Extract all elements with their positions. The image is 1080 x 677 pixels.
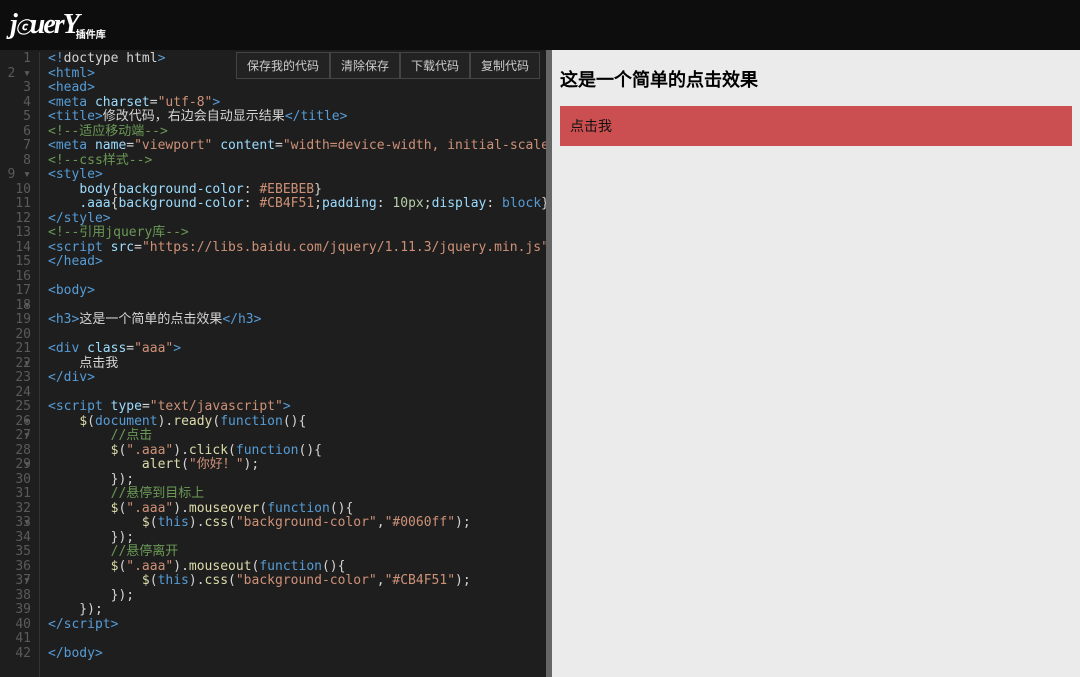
line-gutter: 12 ▾3456789 ▾1011121314151617 ▾18192021 … bbox=[0, 52, 40, 677]
line-number: 39 bbox=[0, 603, 31, 618]
line-number: 34 bbox=[0, 531, 31, 546]
code-line[interactable]: 点击我 bbox=[48, 357, 546, 372]
line-number: 28 ▾ bbox=[0, 444, 31, 459]
line-number: 20 bbox=[0, 328, 31, 343]
code-line[interactable]: <!--引用jquery库--> bbox=[48, 226, 546, 241]
code-line[interactable]: <h3>这是一个简单的点击效果</h3> bbox=[48, 313, 546, 328]
preview-panel: 这是一个简单的点击效果 点击我 bbox=[552, 50, 1080, 677]
line-number: 36 ▾ bbox=[0, 560, 31, 575]
line-number: 27 bbox=[0, 429, 31, 444]
line-number: 35 bbox=[0, 545, 31, 560]
code-line[interactable]: .aaa{background-color: #CB4F51;padding: … bbox=[48, 197, 546, 212]
code-line[interactable]: </style> bbox=[48, 212, 546, 227]
clear-button[interactable]: 清除保存 bbox=[330, 52, 400, 79]
line-number: 38 bbox=[0, 589, 31, 604]
code-line[interactable]: $(document).ready(function(){ bbox=[48, 415, 546, 430]
app-header: jⓒuerY 插件库 bbox=[0, 0, 1080, 50]
code-line[interactable] bbox=[48, 386, 546, 401]
preview-heading: 这是一个简单的点击效果 bbox=[560, 66, 1072, 92]
line-number: 30 bbox=[0, 473, 31, 488]
code-line[interactable]: </head> bbox=[48, 255, 546, 270]
line-number: 13 bbox=[0, 226, 31, 241]
code-line[interactable]: <!--适应移动端--> bbox=[48, 125, 546, 140]
code-line[interactable]: $(".aaa").mouseover(function(){ bbox=[48, 502, 546, 517]
code-line[interactable]: $(".aaa").click(function(){ bbox=[48, 444, 546, 459]
editor-panel: 保存我的代码 清除保存 下载代码 复制代码 12 ▾3456789 ▾10111… bbox=[0, 50, 546, 677]
code-editor[interactable]: 12 ▾3456789 ▾1011121314151617 ▾18192021 … bbox=[0, 50, 546, 677]
preview-click-box[interactable]: 点击我 bbox=[560, 106, 1072, 146]
code-line[interactable]: <meta charset="utf-8"> bbox=[48, 96, 546, 111]
code-line[interactable]: body{background-color: #EBEBEB} bbox=[48, 183, 546, 198]
line-number: 5 bbox=[0, 110, 31, 125]
code-line[interactable]: //点击 bbox=[48, 429, 546, 444]
code-line[interactable]: <div class="aaa"> bbox=[48, 342, 546, 357]
code-line[interactable]: }); bbox=[48, 473, 546, 488]
code-line[interactable]: <body> bbox=[48, 284, 546, 299]
line-number: 24 bbox=[0, 386, 31, 401]
line-number: 42 bbox=[0, 647, 31, 662]
code-line[interactable]: </body> bbox=[48, 647, 546, 662]
line-number: 21 ▾ bbox=[0, 342, 31, 357]
line-number: 8 bbox=[0, 154, 31, 169]
code-line[interactable]: alert("你好！"); bbox=[48, 458, 546, 473]
line-number: 1 bbox=[0, 52, 31, 67]
code-line[interactable]: $(this).css("background-color","#0060ff"… bbox=[48, 516, 546, 531]
line-number: 11 bbox=[0, 197, 31, 212]
line-number: 16 bbox=[0, 270, 31, 285]
code-line[interactable]: <!--css样式--> bbox=[48, 154, 546, 169]
line-number: 41 bbox=[0, 632, 31, 647]
copy-button[interactable]: 复制代码 bbox=[470, 52, 540, 79]
code-line[interactable]: }); bbox=[48, 603, 546, 618]
editor-toolbar: 保存我的代码 清除保存 下载代码 复制代码 bbox=[236, 52, 540, 79]
main-split: 保存我的代码 清除保存 下载代码 复制代码 12 ▾3456789 ▾10111… bbox=[0, 50, 1080, 677]
code-line[interactable]: </script> bbox=[48, 618, 546, 633]
line-number: 14 bbox=[0, 241, 31, 256]
code-line[interactable] bbox=[48, 299, 546, 314]
line-number: 2 ▾ bbox=[0, 67, 31, 82]
logo: jⓒuerY 插件库 bbox=[10, 9, 108, 41]
line-number: 29 bbox=[0, 458, 31, 473]
code-line[interactable] bbox=[48, 328, 546, 343]
line-number: 33 bbox=[0, 516, 31, 531]
code-line[interactable]: }); bbox=[48, 589, 546, 604]
line-number: 25 ▾ bbox=[0, 400, 31, 415]
line-number: 9 ▾ bbox=[0, 168, 31, 183]
code-line[interactable]: //悬停到目标上 bbox=[48, 487, 546, 502]
line-number: 3 bbox=[0, 81, 31, 96]
line-number: 22 bbox=[0, 357, 31, 372]
code-area[interactable]: <!doctype html><html><head><meta charset… bbox=[40, 52, 546, 677]
code-line[interactable]: }); bbox=[48, 531, 546, 546]
code-line[interactable]: $(".aaa").mouseout(function(){ bbox=[48, 560, 546, 575]
code-line[interactable]: <script type="text/javascript"> bbox=[48, 400, 546, 415]
code-line[interactable]: <script src="https://libs.baidu.com/jque… bbox=[48, 241, 546, 256]
code-line[interactable] bbox=[48, 270, 546, 285]
code-line[interactable]: $(this).css("background-color","#CB4F51"… bbox=[48, 574, 546, 589]
code-line[interactable] bbox=[48, 632, 546, 647]
download-button[interactable]: 下载代码 bbox=[400, 52, 470, 79]
code-line[interactable]: <title>修改代码，右边会自动显示结果</title> bbox=[48, 110, 546, 125]
line-number: 37 bbox=[0, 574, 31, 589]
line-number: 40 bbox=[0, 618, 31, 633]
line-number: 12 bbox=[0, 212, 31, 227]
line-number: 4 bbox=[0, 96, 31, 111]
code-line[interactable]: <meta name="viewport" content="width=dev… bbox=[48, 139, 546, 154]
logo-brand: jⓒuerY bbox=[10, 9, 78, 41]
line-number: 15 bbox=[0, 255, 31, 270]
code-line[interactable]: </div> bbox=[48, 371, 546, 386]
code-line[interactable]: <head> bbox=[48, 81, 546, 96]
save-button[interactable]: 保存我的代码 bbox=[236, 52, 330, 79]
line-number: 31 bbox=[0, 487, 31, 502]
logo-sub: 插件库 bbox=[76, 26, 106, 41]
line-number: 6 bbox=[0, 125, 31, 140]
line-number: 17 ▾ bbox=[0, 284, 31, 299]
line-number: 7 bbox=[0, 139, 31, 154]
code-line[interactable]: <style> bbox=[48, 168, 546, 183]
code-line[interactable]: //悬停离开 bbox=[48, 545, 546, 560]
line-number: 19 bbox=[0, 313, 31, 328]
line-number: 26 ▾ bbox=[0, 415, 31, 430]
line-number: 18 bbox=[0, 299, 31, 314]
line-number: 23 bbox=[0, 371, 31, 386]
line-number: 10 bbox=[0, 183, 31, 198]
line-number: 32 ▾ bbox=[0, 502, 31, 517]
